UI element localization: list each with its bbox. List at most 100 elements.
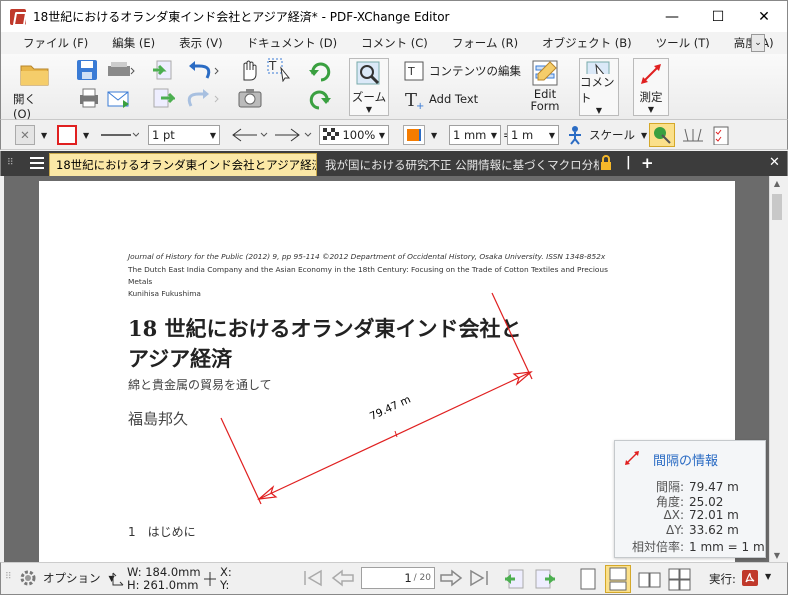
unit-b-value: 1 m: [511, 128, 534, 142]
page-height: H: 261.0mm: [127, 578, 199, 592]
next-page-icon[interactable]: [439, 568, 463, 588]
measure-button[interactable]: 測定 ▼: [633, 58, 669, 116]
edit-form-icon: [532, 60, 558, 86]
svg-text:T: T: [407, 65, 415, 78]
acrobat-icon[interactable]: [741, 569, 759, 587]
scroll-down-arrow[interactable]: ▼: [770, 551, 784, 560]
comment-label: コメント: [580, 75, 615, 105]
unit-a-dropdown: ▼: [490, 130, 497, 140]
clear-style-dropdown[interactable]: ▼: [41, 125, 47, 145]
info-panel-title: 間隔の情報: [653, 454, 719, 469]
opacity-checker-icon: [323, 128, 339, 142]
print-icon[interactable]: [77, 86, 101, 110]
edit-form-button[interactable]: Edit Form: [525, 58, 565, 112]
unit-b-combo[interactable]: 1 m ▼: [507, 125, 559, 145]
scroll-up-arrow[interactable]: ▲: [770, 179, 784, 188]
status-grip-icon: ⠿: [5, 572, 12, 582]
menu-file[interactable]: ファイル (F): [1, 35, 100, 51]
tab-list-icon[interactable]: [29, 156, 45, 170]
add-text-label: Add Text: [429, 92, 479, 106]
scanner-icon[interactable]: [105, 58, 135, 82]
continuous-view-button[interactable]: [605, 565, 631, 593]
email-icon[interactable]: [105, 86, 133, 110]
last-page-icon[interactable]: [467, 568, 491, 588]
select-text-icon[interactable]: T: [267, 58, 293, 82]
options-button[interactable]: オプション ▼: [17, 567, 115, 589]
scale-label: スケール: [589, 128, 635, 142]
tab-document-active[interactable]: 18世紀におけるオランダ東インド会社とアジア経済 * ✕: [49, 153, 317, 176]
snap-button[interactable]: [649, 123, 675, 147]
close-button[interactable]: ✕: [741, 1, 787, 33]
fill-color-dropdown[interactable]: ▼: [431, 125, 437, 145]
close-all-tabs-icon[interactable]: ✕: [769, 155, 780, 170]
open-button[interactable]: 開く (O): [13, 59, 57, 121]
menu-view[interactable]: 表示 (V): [167, 35, 235, 51]
minimize-button[interactable]: —: [649, 1, 695, 33]
menu-object[interactable]: オブジェクト (B): [530, 35, 644, 51]
add-text-button[interactable]: T + Add Text: [403, 88, 478, 110]
info-value: 79.47 m: [689, 480, 739, 494]
first-page-icon[interactable]: [301, 568, 325, 588]
menu-edit[interactable]: 編集 (E): [100, 35, 167, 51]
page-width: W: 184.0mm: [127, 565, 201, 579]
undo-icon[interactable]: [185, 58, 221, 82]
opacity-value: 100%: [342, 128, 376, 142]
unit-b-dropdown: ▼: [548, 130, 555, 140]
single-page-view-icon[interactable]: [577, 567, 599, 591]
edit-content-icon: T: [404, 61, 424, 81]
scale-button[interactable]: スケール ▼: [565, 125, 647, 145]
page-number-field[interactable]: 1 / 20: [361, 567, 435, 589]
fill-color-swatch[interactable]: [403, 125, 425, 145]
previous-view-icon[interactable]: [503, 567, 527, 591]
edit-content-button[interactable]: T コンテンツの編集: [403, 60, 521, 82]
facing-view-icon[interactable]: [637, 567, 663, 591]
redo-icon[interactable]: [185, 86, 221, 110]
save-icon[interactable]: [75, 58, 101, 82]
pdf-xchange-app-icon[interactable]: [10, 8, 26, 25]
new-tab-plus-icon[interactable]: +: [641, 154, 654, 172]
line-start-arrow-icon[interactable]: [229, 125, 269, 145]
tab-document-inactive[interactable]: 我が国における研究不正 公開情報に基づくマクロ分析...: [319, 153, 599, 176]
cursor-y: Y:: [220, 578, 230, 592]
line-end-arrow-icon[interactable]: [273, 125, 313, 145]
menu-overflow-button[interactable]: ⌄: [751, 34, 765, 52]
previous-page-icon[interactable]: [331, 568, 355, 588]
edit-content-label: コンテンツの編集: [429, 64, 521, 78]
menu-form[interactable]: フォーム (R): [440, 35, 530, 51]
next-view-icon[interactable]: [533, 567, 557, 591]
info-value: 72.01 m: [689, 508, 739, 522]
menu-bar: ファイル (F) 編集 (E) 表示 (V) ドキュメント (D) コメント (…: [0, 32, 788, 54]
info-label: ΔY:: [666, 523, 684, 537]
svg-text:T: T: [268, 59, 277, 73]
border-color-dropdown[interactable]: ▼: [83, 125, 89, 145]
clear-style-icon[interactable]: ✕: [15, 125, 35, 145]
tab-separator: |: [626, 155, 631, 170]
rotate-counterclockwise-icon[interactable]: [307, 86, 333, 110]
zoom-button[interactable]: ズーム ▼: [349, 58, 389, 116]
hand-tool-icon[interactable]: [237, 58, 261, 82]
continuous-facing-view-icon[interactable]: [667, 567, 693, 591]
checklist-icon[interactable]: [711, 125, 733, 145]
opacity-combo[interactable]: 100% ▼: [319, 125, 389, 145]
menu-comment[interactable]: コメント (C): [349, 35, 440, 51]
comment-button[interactable]: コメント ▼: [579, 58, 619, 116]
scroll-thumb[interactable]: [772, 194, 782, 220]
export-icon[interactable]: [151, 86, 175, 110]
menu-tools[interactable]: ツール (T): [644, 35, 722, 51]
rotate-clockwise-icon[interactable]: [307, 58, 333, 82]
menu-document[interactable]: ドキュメント (D): [235, 35, 349, 51]
continuous-view-icon: [609, 567, 627, 591]
run-dropdown[interactable]: ▼: [765, 572, 771, 581]
border-color-swatch[interactable]: [57, 125, 77, 145]
line-width-combo[interactable]: 1 pt ▼: [148, 125, 220, 145]
maximize-button[interactable]: ☐: [695, 1, 741, 33]
grid-icon[interactable]: [681, 125, 705, 145]
line-width-value: 1 pt: [152, 128, 175, 142]
unit-a-combo[interactable]: 1 mm ▼: [449, 125, 501, 145]
vertical-scrollbar[interactable]: ▲ ▼: [769, 176, 784, 562]
measure-dropdown-arrow: ▼: [647, 105, 655, 114]
line-style-icon[interactable]: [99, 125, 139, 145]
import-icon[interactable]: [151, 58, 175, 82]
cursor-x: X:: [220, 565, 232, 579]
snapshot-icon[interactable]: [237, 86, 263, 110]
